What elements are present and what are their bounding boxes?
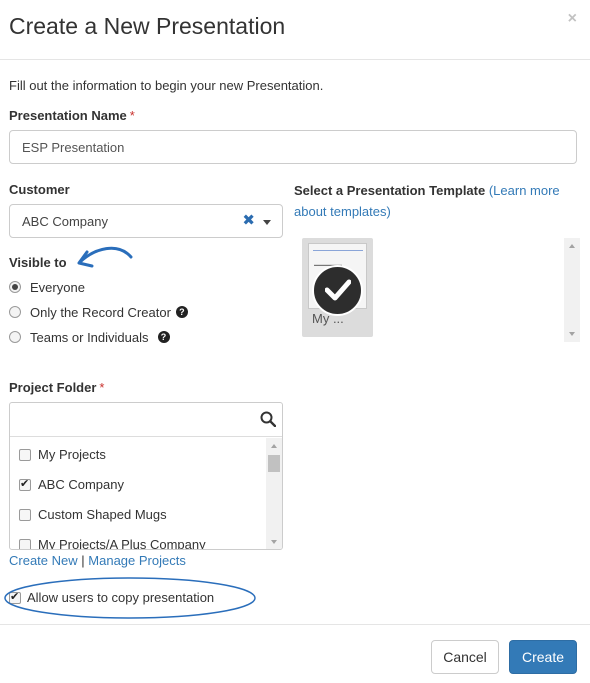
customer-select-value: ABC Company xyxy=(22,214,108,229)
template-label: Select a Presentation Template (Learn mo… xyxy=(294,180,584,222)
template-picker: ▬▬▬▬▬▬▬ My ... xyxy=(294,238,581,342)
customer-label: Customer xyxy=(9,182,70,197)
scrollbar-thumb[interactable] xyxy=(268,455,280,472)
checkbox[interactable] xyxy=(19,448,31,461)
allow-copy-option[interactable]: Allow users to copy presentation xyxy=(9,590,214,605)
template-label-text: Select a Presentation Template xyxy=(294,183,486,198)
allow-copy-label: Allow users to copy presentation xyxy=(27,590,215,605)
search-icon[interactable] xyxy=(260,411,276,427)
presentation-name-input[interactable] xyxy=(9,130,577,164)
presentation-name-label: Presentation Name * xyxy=(9,108,135,123)
folder-item-label: My Projects xyxy=(38,447,106,462)
clear-icon[interactable]: ✖ xyxy=(242,211,255,229)
create-new-link[interactable]: Create New xyxy=(9,553,78,568)
manage-projects-link[interactable]: Manage Projects xyxy=(88,553,186,568)
chevron-down-icon[interactable] xyxy=(263,220,271,225)
link-separator: | xyxy=(81,553,85,568)
radio-label: Only the Record Creator xyxy=(30,304,171,320)
close-icon[interactable]: × xyxy=(568,10,577,28)
create-button[interactable]: Create xyxy=(509,640,577,674)
customer-select[interactable]: ABC Company ✖ xyxy=(9,204,283,238)
radio-label: Teams or Individuals xyxy=(30,329,149,345)
project-folder-label: Project Folder * xyxy=(9,380,104,395)
presentation-name-label-text: Presentation Name xyxy=(9,108,127,123)
checkbox[interactable] xyxy=(19,477,31,491)
folder-item-my-projects[interactable]: My Projects xyxy=(19,447,106,462)
intro-text: Fill out the information to begin your n… xyxy=(9,78,324,93)
template-scrollbar[interactable] xyxy=(564,238,580,342)
annotation-arrow xyxy=(78,246,133,264)
allow-copy-checkbox[interactable] xyxy=(9,590,21,604)
folder-item-custom-shaped-mugs[interactable]: Custom Shaped Mugs xyxy=(19,507,167,522)
scroll-down-icon[interactable] xyxy=(271,540,277,544)
project-folder-list: My Projects ABC Company Custom Shaped Mu… xyxy=(9,402,283,550)
project-folder-label-text: Project Folder xyxy=(9,380,97,395)
folder-item-label: My Projects/A Plus Company xyxy=(38,537,206,550)
folder-items: My Projects ABC Company Custom Shaped Mu… xyxy=(10,438,266,550)
thumbnail-header-line xyxy=(313,250,363,251)
folder-links: Create New | Manage Projects xyxy=(9,553,186,568)
radio-button[interactable] xyxy=(9,331,21,343)
folder-search-input[interactable] xyxy=(10,403,282,437)
selected-check-icon xyxy=(312,265,363,316)
required-mark: * xyxy=(129,108,135,123)
radio-teams-individuals[interactable]: Teams or Individuals ? xyxy=(9,328,170,346)
folder-item-a-plus-company[interactable]: My Projects/A Plus Company xyxy=(19,537,206,550)
checkbox[interactable] xyxy=(19,508,31,521)
radio-label: Everyone xyxy=(30,279,85,295)
modal-header: Create a New Presentation × xyxy=(0,0,590,60)
radio-everyone[interactable]: Everyone xyxy=(9,278,85,296)
template-card[interactable]: ▬▬▬▬▬▬▬ My ... xyxy=(302,238,373,337)
radio-button[interactable] xyxy=(9,306,21,318)
scroll-down-icon[interactable] xyxy=(569,332,575,336)
scroll-up-icon[interactable] xyxy=(271,444,277,448)
modal-footer: Cancel Create xyxy=(0,624,590,683)
visible-to-label: Visible to xyxy=(9,255,67,270)
cancel-button[interactable]: Cancel xyxy=(431,640,499,674)
folder-item-abc-company[interactable]: ABC Company xyxy=(19,477,124,492)
folder-item-label: Custom Shaped Mugs xyxy=(38,507,167,522)
radio-record-creator[interactable]: Only the Record Creator ? xyxy=(9,303,188,321)
modal-title: Create a New Presentation xyxy=(9,13,286,39)
scroll-up-icon[interactable] xyxy=(569,244,575,248)
question-circle-icon[interactable]: ? xyxy=(157,331,170,343)
question-circle-icon[interactable]: ? xyxy=(175,306,188,318)
required-mark: * xyxy=(99,380,105,395)
checkbox[interactable] xyxy=(19,538,31,549)
annotation-arrowhead xyxy=(77,250,94,268)
radio-button[interactable] xyxy=(9,281,21,293)
folder-scrollbar[interactable] xyxy=(266,438,282,549)
folder-item-label: ABC Company xyxy=(38,477,124,492)
